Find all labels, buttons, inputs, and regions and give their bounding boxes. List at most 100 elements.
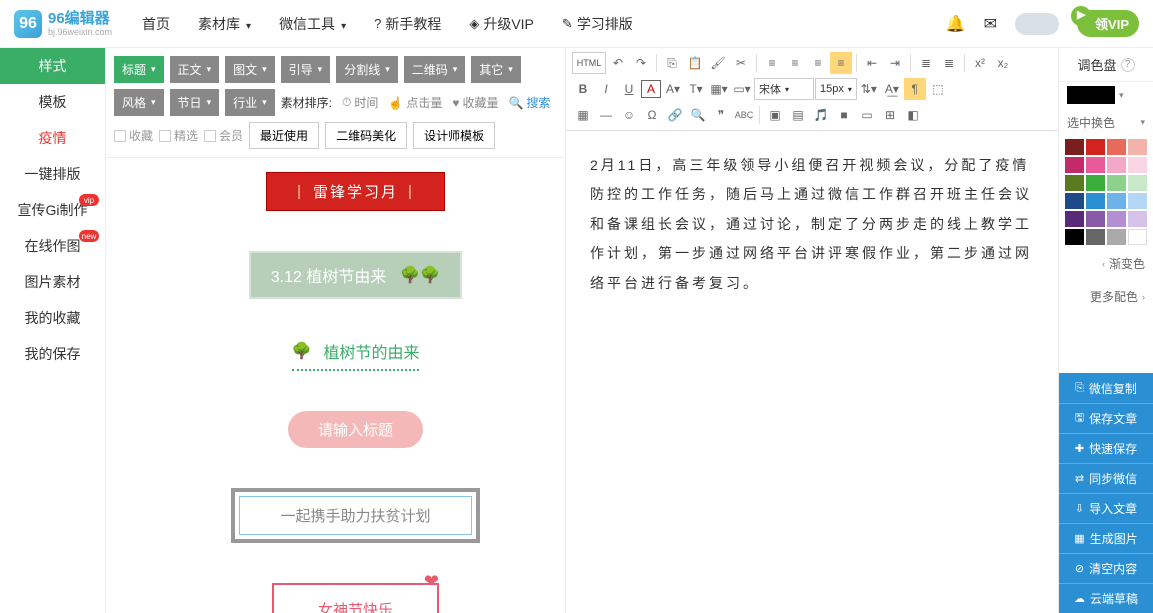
undo-icon[interactable]: ↶ — [607, 52, 629, 74]
action-7[interactable]: ☁云端草稿 — [1059, 583, 1153, 613]
sidebar-favorites[interactable]: 我的收藏 — [0, 300, 105, 336]
findreplace-icon[interactable]: 🔍 — [687, 104, 709, 126]
ol-icon[interactable]: ≣ — [915, 52, 937, 74]
sidebar-styles[interactable]: 样式 — [0, 48, 105, 84]
color-swatch[interactable] — [1086, 139, 1105, 155]
font-color-icon[interactable]: A▾ — [662, 78, 684, 100]
chk-featured[interactable]: 精选 — [159, 127, 198, 144]
clear-format-icon[interactable]: ✂ — [730, 52, 752, 74]
sidebar-templates[interactable]: 模板 — [0, 84, 105, 120]
multi-image-icon[interactable]: ▤ — [787, 104, 809, 126]
sort-favs[interactable]: ♥收藏量 — [452, 94, 498, 111]
chevron-down-icon[interactable]: ▾ — [1140, 117, 1145, 128]
sidebar-epidemic[interactable]: 疫情 — [0, 120, 105, 156]
superscript-icon[interactable]: x² — [969, 52, 991, 74]
action-6[interactable]: ⊘清空内容 — [1059, 553, 1153, 583]
color-swatch[interactable] — [1128, 193, 1147, 209]
nav-tutorial[interactable]: ?新手教程 — [374, 14, 441, 34]
cat-title[interactable]: 标题 — [114, 56, 164, 83]
search-link[interactable]: 🔍搜索 — [508, 94, 550, 111]
color-swatch[interactable] — [1065, 211, 1084, 227]
cat-other[interactable]: 其它 — [471, 56, 521, 83]
hr-icon[interactable]: — — [595, 104, 617, 126]
filter-industry[interactable]: 行业 — [225, 89, 275, 116]
sort-time[interactable]: ⏱时间 — [342, 94, 378, 111]
color-swatch[interactable] — [1107, 139, 1126, 155]
ul-icon[interactable]: ≣ — [938, 52, 960, 74]
format-brush-icon[interactable]: 🖌 — [707, 52, 729, 74]
mail-icon[interactable]: ✉ — [984, 14, 997, 34]
color-swatch[interactable] — [1065, 157, 1084, 173]
cat-guide[interactable]: 引导 — [281, 56, 331, 83]
current-color[interactable]: ▾ — [1059, 82, 1153, 108]
template-arbor-origin[interactable]: 3.12 植树节由来🌳🌳 — [249, 251, 462, 299]
color-swatch[interactable] — [1128, 229, 1147, 245]
video-icon[interactable]: ■ — [833, 104, 855, 126]
border-icon[interactable]: ▭▾ — [731, 78, 753, 100]
action-4[interactable]: ⇩导入文章 — [1059, 493, 1153, 523]
font-bg-icon[interactable]: A — [641, 80, 661, 98]
color-swatch[interactable] — [1128, 175, 1147, 191]
action-0[interactable]: ⎘微信复制 — [1059, 373, 1153, 403]
card-icon[interactable]: ▭ — [856, 104, 878, 126]
action-1[interactable]: 🖫保存文章 — [1059, 403, 1153, 433]
indent-more-icon[interactable]: ⇥ — [884, 52, 906, 74]
redo-icon[interactable]: ↷ — [630, 52, 652, 74]
gradient-link[interactable]: ‹渐变色 — [1059, 247, 1153, 280]
nav-home[interactable]: 首页 — [142, 14, 170, 34]
template-input-title[interactable]: 请输入标题 — [288, 411, 423, 448]
btn-designer-tpl[interactable]: 设计师模板 — [413, 122, 495, 149]
copy-icon[interactable]: ⎘ — [661, 52, 683, 74]
template-arbor-origin2[interactable]: 🌳植树节的由来 — [292, 339, 420, 371]
cat-qrcode[interactable]: 二维码 — [404, 56, 466, 83]
action-2[interactable]: ✚快速保存 — [1059, 433, 1153, 463]
color-swatch[interactable] — [1086, 229, 1105, 245]
btn-recent[interactable]: 最近使用 — [249, 122, 319, 149]
logo[interactable]: 96 96编辑器 bj.96weixin.com — [14, 10, 112, 38]
underline-icon[interactable]: U — [618, 78, 640, 100]
nav-wechat-tools[interactable]: 微信工具 — [279, 14, 346, 34]
indent-less-icon[interactable]: ⇤ — [861, 52, 883, 74]
action-5[interactable]: ▦生成图片 — [1059, 523, 1153, 553]
color-swatch[interactable] — [1086, 193, 1105, 209]
abc-icon[interactable]: ABC — [733, 104, 755, 126]
color-swatch[interactable] — [1107, 193, 1126, 209]
font-family-select[interactable]: 宋体 — [754, 78, 814, 100]
template-goddess-day[interactable]: 女神节快乐 — [272, 583, 439, 613]
chk-member[interactable]: 会员 — [204, 127, 243, 144]
emoji-icon[interactable]: ☺ — [618, 104, 640, 126]
align-justify-icon[interactable]: ≡ — [830, 52, 852, 74]
paragraph-icon[interactable]: ¶ — [904, 78, 926, 100]
chk-fav[interactable]: 收藏 — [114, 127, 153, 144]
vip-badge[interactable]: ▶领VIP — [1077, 10, 1139, 37]
color-swatch[interactable] — [1065, 193, 1084, 209]
sidebar-online-draw[interactable]: 在线作图new — [0, 228, 105, 264]
table-icon[interactable]: ▦ — [572, 104, 594, 126]
subscript-icon[interactable]: x₂ — [992, 52, 1014, 74]
cat-divider[interactable]: 分割线 — [336, 56, 398, 83]
font-size-select[interactable]: 15px — [815, 78, 857, 100]
letter-spacing-icon[interactable]: A͟▾ — [881, 78, 903, 100]
vote-icon[interactable]: ⊞ — [879, 104, 901, 126]
color-swatch[interactable] — [1065, 139, 1084, 155]
cat-text[interactable]: 正文 — [170, 56, 220, 83]
filter-festival[interactable]: 节日 — [170, 89, 220, 116]
sidebar-images[interactable]: 图片素材 — [0, 264, 105, 300]
quote-icon[interactable]: ❞ — [710, 104, 732, 126]
color-swatch[interactable] — [1128, 211, 1147, 227]
editor-content[interactable]: 2月11日，高三年级领导小组便召开视频会议，分配了疫情防控的工作任务，随后马上通… — [566, 131, 1058, 613]
font-format-icon[interactable]: T▾ — [685, 78, 707, 100]
color-swatch[interactable] — [1086, 211, 1105, 227]
color-swatch[interactable] — [1065, 175, 1084, 191]
bold-icon[interactable]: B — [572, 78, 594, 100]
line-height-icon[interactable]: ⇅▾ — [858, 78, 880, 100]
align-right-icon[interactable]: ≡ — [807, 52, 829, 74]
nav-materials[interactable]: 素材库 — [198, 14, 251, 34]
bg-color-icon[interactable]: ▦▾ — [708, 78, 730, 100]
more-colors-link[interactable]: 更多配色› — [1059, 280, 1153, 313]
color-swatch[interactable] — [1128, 139, 1147, 155]
symbol-icon[interactable]: Ω — [641, 104, 663, 126]
align-left-icon[interactable]: ≡ — [761, 52, 783, 74]
btn-qr-beautify[interactable]: 二维码美化 — [325, 122, 407, 149]
link-icon[interactable]: 🔗 — [664, 104, 686, 126]
